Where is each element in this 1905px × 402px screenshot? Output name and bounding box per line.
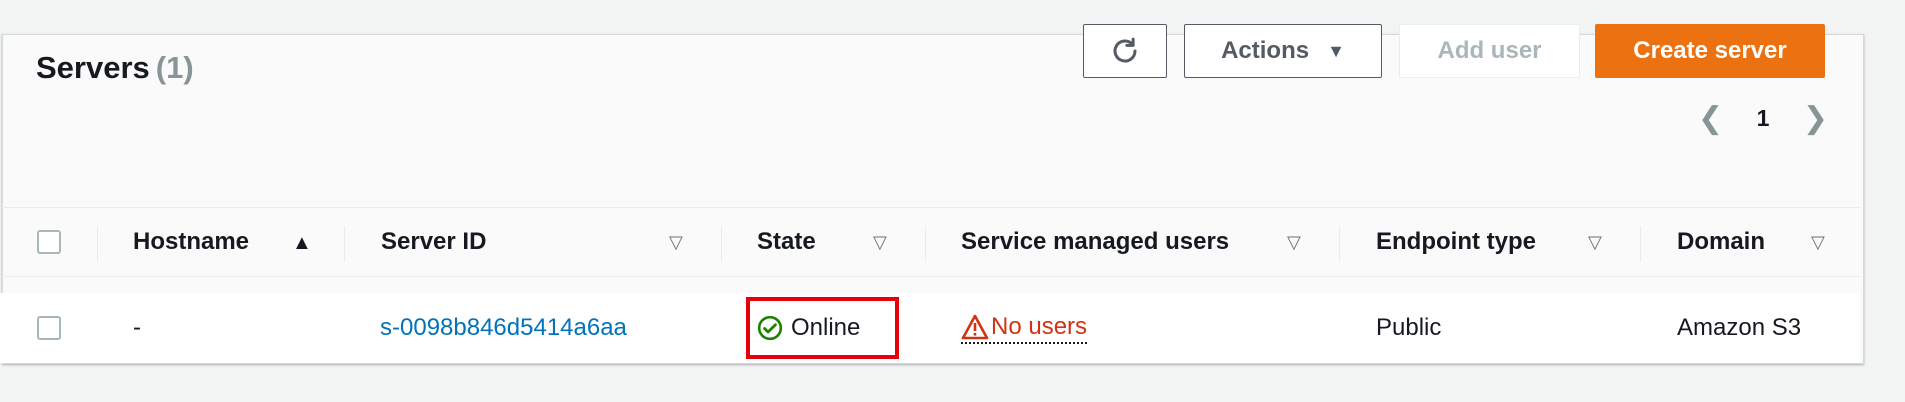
server-id-header-label: Server ID: [381, 228, 487, 255]
caret-down-icon: ▼: [1327, 40, 1345, 61]
sort-ascending-icon[interactable]: ▲: [292, 232, 312, 255]
select-all-cell: [37, 208, 61, 276]
state-header-label: State: [757, 228, 816, 255]
sort-icon[interactable]: ▽: [873, 232, 887, 253]
page-title: Servers (1): [36, 50, 194, 86]
sort-icon[interactable]: ▽: [669, 232, 683, 253]
domain-value: Amazon S3: [1677, 314, 1802, 341]
service-users-cell: No users: [961, 293, 1088, 363]
column-header-service-managed-users[interactable]: Service managed users: [961, 208, 1229, 276]
column-divider: [1339, 226, 1340, 262]
sort-icon[interactable]: ▽: [1588, 232, 1602, 253]
hostname-header-label: Hostname: [133, 228, 250, 255]
hostname-value: -: [133, 314, 141, 341]
refresh-icon: [1113, 37, 1137, 63]
column-header-endpoint-type[interactable]: Endpoint type: [1376, 208, 1536, 276]
table-row: - s-0098b846d5414a6aa Online No users Pu…: [0, 293, 1860, 363]
actions-label: Actions: [1221, 37, 1310, 64]
no-users-popover[interactable]: No users: [961, 312, 1088, 344]
endpoint-type-value: Public: [1376, 314, 1442, 341]
warning-icon: [961, 314, 989, 340]
column-divider: [1640, 226, 1641, 262]
table-header: Hostname ▲ Server ID ▽ State ▽ Service m…: [0, 207, 1860, 277]
domain-header-label: Domain: [1677, 228, 1766, 255]
pagination: ❮ 1 ❯: [1698, 98, 1828, 138]
column-divider: [344, 226, 345, 262]
hostname-cell: -: [133, 293, 141, 363]
service-users-header-label: Service managed users: [961, 228, 1230, 255]
column-divider: [97, 226, 98, 262]
column-divider: [721, 226, 722, 262]
endpoint-type-header-label: Endpoint type: [1376, 228, 1536, 255]
column-header-domain[interactable]: Domain: [1677, 208, 1765, 276]
title-text: Servers: [36, 50, 150, 85]
row-checkbox[interactable]: [37, 316, 61, 340]
column-header-server-id[interactable]: Server ID: [381, 208, 486, 276]
column-header-hostname[interactable]: Hostname: [133, 208, 249, 276]
server-id-link[interactable]: s-0098b846d5414a6aa: [380, 314, 627, 342]
sort-icon[interactable]: ▽: [1287, 232, 1301, 253]
server-id-cell: s-0098b846d5414a6aa: [380, 293, 627, 363]
select-all-checkbox[interactable]: [37, 230, 61, 254]
sort-icon[interactable]: ▽: [1811, 232, 1825, 253]
domain-cell: Amazon S3: [1677, 293, 1801, 363]
no-users-label: No users: [991, 313, 1088, 340]
server-count: (1): [155, 50, 194, 85]
column-divider: [925, 226, 926, 262]
add-user-button[interactable]: Add user: [1399, 24, 1580, 78]
refresh-button[interactable]: [1083, 24, 1167, 78]
create-server-button[interactable]: Create server: [1595, 24, 1825, 78]
row-select-cell: [37, 293, 61, 363]
highlight-box: [746, 297, 899, 359]
actions-button[interactable]: Actions ▼: [1184, 24, 1382, 78]
chevron-right-icon[interactable]: ❯: [1803, 101, 1828, 136]
current-page[interactable]: 1: [1757, 105, 1770, 132]
endpoint-type-cell: Public: [1376, 293, 1441, 363]
chevron-left-icon[interactable]: ❮: [1698, 101, 1723, 136]
column-header-state[interactable]: State: [757, 208, 816, 276]
